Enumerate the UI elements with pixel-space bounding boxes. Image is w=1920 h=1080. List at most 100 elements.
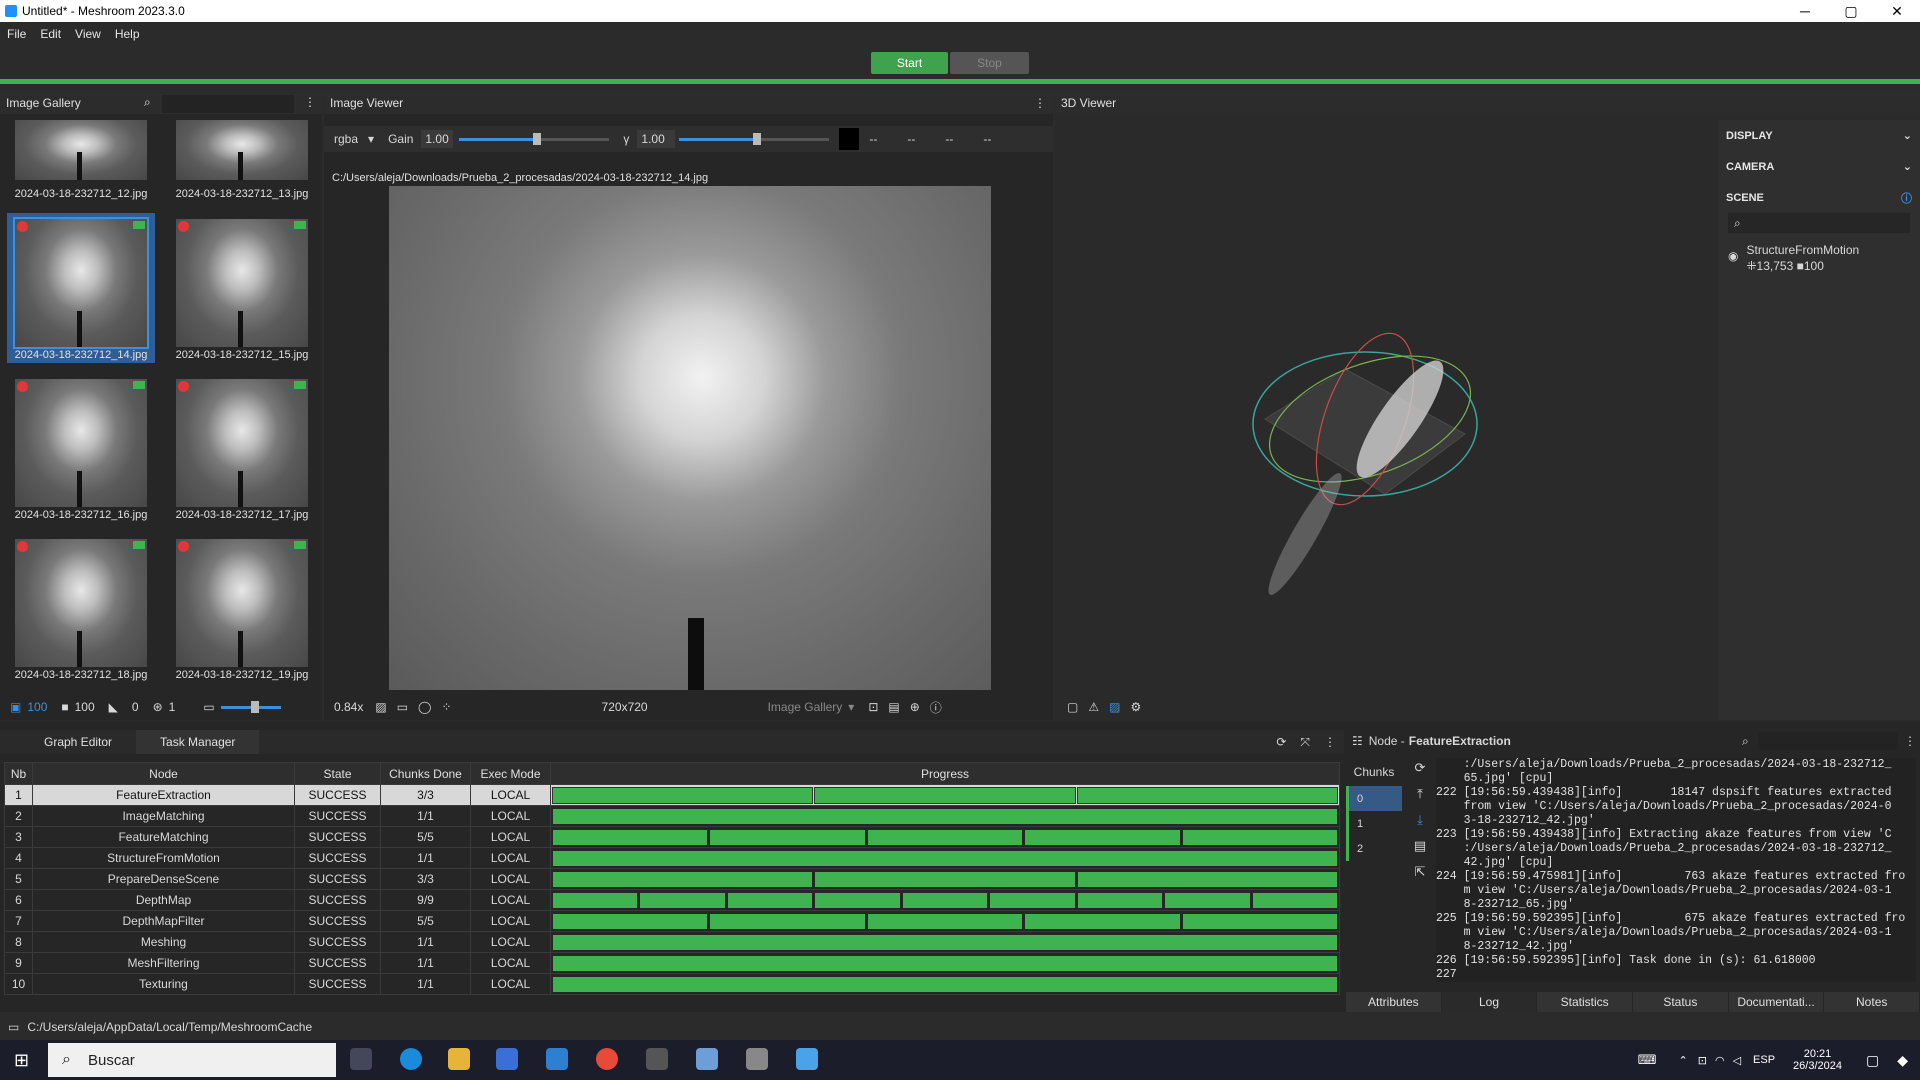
gallery-thumbnail[interactable]: 2024-03-18-232712_15.jpg (168, 213, 316, 363)
folder-icon[interactable]: ▭ (8, 1020, 19, 1034)
more-options-icon[interactable]: ⋮ (304, 95, 316, 109)
table-row[interactable]: 6 DepthMap SUCCESS 9/9 LOCAL (4, 889, 1340, 911)
tab-task-manager[interactable]: Task Manager (136, 730, 260, 754)
chevron-down-icon[interactable]: ⌄ (1903, 129, 1912, 142)
main-image[interactable] (389, 186, 991, 690)
table-row[interactable]: 2 ImageMatching SUCCESS 1/1 LOCAL (4, 805, 1340, 827)
gallery-thumbnail[interactable]: 2024-03-18-232712_16.jpg (7, 373, 155, 523)
bbox-icon[interactable]: ▢ (1067, 700, 1078, 714)
clock[interactable]: 20:21 26/3/2024 (1793, 1048, 1842, 1072)
menu-view[interactable]: View (68, 27, 108, 41)
refresh-icon[interactable]: ⟳ (1276, 735, 1286, 749)
stop-button[interactable]: Stop (950, 52, 1029, 74)
log-output[interactable]: :/Users/aleja/Downloads/Prueba_2_procesa… (1436, 758, 1916, 982)
meshroom-taskbar-icon[interactable] (796, 1048, 818, 1070)
settings-icon[interactable]: ⚙ (1130, 700, 1141, 714)
menu-file[interactable]: File (0, 27, 33, 41)
tab-statistics[interactable]: Statistics (1537, 992, 1634, 1012)
camera-section[interactable]: CAMERA ⌄ (1718, 151, 1920, 182)
gallery-thumbnail[interactable]: 2024-03-18-232712_13.jpg (168, 120, 316, 202)
3d-scene-canvas[interactable] (1055, 114, 1718, 714)
volume-icon[interactable]: ◁ (1733, 1054, 1741, 1067)
chevron-down-icon[interactable]: ▾ (368, 132, 374, 146)
search-icon[interactable]: ⌕ (144, 95, 151, 110)
task-view-icon[interactable] (350, 1048, 372, 1070)
auto-layout-icon[interactable]: ⤧ (1300, 735, 1310, 750)
store-icon[interactable] (496, 1048, 518, 1070)
copilot-icon[interactable]: ◆ (1897, 1052, 1908, 1069)
tab-graph-editor[interactable]: Graph Editor (20, 730, 136, 754)
panorama-icon[interactable]: ◯ (418, 700, 431, 714)
tab-status[interactable]: Status (1633, 992, 1729, 1012)
no-intrinsic-icon[interactable]: ◣ (109, 700, 118, 714)
more-options-icon[interactable]: ⋮ (1904, 734, 1916, 748)
gain-value[interactable]: 1.00 (421, 130, 454, 148)
chevron-up-icon[interactable]: ⌃ (1679, 1054, 1688, 1067)
taskbar-search-input[interactable]: ⌕ Buscar (48, 1043, 336, 1077)
tab-log[interactable]: Log (1441, 992, 1538, 1012)
table-row[interactable]: 8 Meshing SUCCESS 1/1 LOCAL (4, 931, 1340, 953)
scene-section[interactable]: SCENE ⓘ (1718, 182, 1920, 213)
fit-icon[interactable]: ⊡ (868, 700, 878, 714)
grid-icon[interactable]: ▨ (1109, 700, 1120, 714)
image-source-select[interactable]: Image Gallery (768, 700, 843, 714)
images-icon[interactable]: ▣ (10, 700, 21, 714)
file-explorer-icon[interactable] (448, 1048, 470, 1070)
notepad-icon[interactable] (696, 1048, 718, 1070)
language-indicator[interactable]: ESP (1753, 1054, 1775, 1066)
tab-documentation[interactable]: Documentati... (1728, 992, 1825, 1012)
tab-attributes[interactable]: Attributes (1346, 992, 1442, 1012)
gallery-thumbnail[interactable]: 2024-03-18-232712_12.jpg (7, 120, 155, 202)
notifications-icon[interactable]: ▢ (1866, 1052, 1879, 1069)
warning-icon[interactable]: ⚠ (1088, 700, 1099, 714)
menu-help[interactable]: Help (108, 27, 147, 41)
chrome-icon[interactable] (596, 1048, 618, 1070)
display-section[interactable]: DISPLAY ⌄ (1718, 120, 1920, 151)
table-row[interactable]: 1 FeatureExtraction SUCCESS 3/3 LOCAL (4, 784, 1340, 806)
gamma-value[interactable]: 1.00 (637, 130, 676, 148)
table-row[interactable]: 5 PrepareDenseScene SUCCESS 3/3 LOCAL (4, 868, 1340, 890)
wifi-icon[interactable]: ◠ (1715, 1054, 1725, 1067)
scene-item[interactable]: ◉ StructureFromMotion ⁜13,753 ■100 (1728, 243, 1920, 273)
eye-icon[interactable]: ◉ (1728, 249, 1738, 273)
table-row[interactable]: 7 DepthMapFilter SUCCESS 5/5 LOCAL (4, 910, 1340, 932)
scroll-top-icon[interactable]: ⤒ (1417, 786, 1423, 802)
network-icon[interactable]: ⊡ (1698, 1054, 1707, 1067)
chevron-down-icon[interactable]: ▾ (848, 700, 854, 714)
gallery-thumbnail[interactable]: 2024-03-18-232712_14.jpg (7, 213, 155, 363)
chevron-down-icon[interactable]: ⌄ (1903, 160, 1912, 173)
keyboard-icon[interactable]: ⌨ (1638, 1052, 1657, 1068)
refresh-icon[interactable]: ⟳ (1415, 760, 1426, 776)
info-icon[interactable]: ⓘ (930, 699, 942, 716)
table-row[interactable]: 4 StructureFromMotion SUCCESS 1/1 LOCAL (4, 847, 1340, 869)
frame-icon[interactable]: ▭ (397, 700, 408, 714)
info-icon[interactable]: ⓘ (1901, 190, 1912, 206)
chunk-item[interactable]: 1 (1346, 811, 1402, 836)
node-search-input[interactable] (1758, 732, 1898, 750)
table-row[interactable]: 10 Texturing SUCCESS 1/1 LOCAL (4, 973, 1340, 995)
scroll-bottom-icon[interactable]: ⤓ (1417, 812, 1423, 828)
start-button[interactable]: Start (871, 52, 948, 74)
hatch-icon[interactable]: ▨ (375, 700, 386, 714)
copy-icon[interactable]: ▤ (1414, 838, 1426, 854)
close-button[interactable]: ✕ (1874, 0, 1920, 22)
minimize-button[interactable]: ─ (1782, 0, 1828, 22)
chunk-item[interactable]: 2 (1346, 836, 1402, 861)
gimp-icon[interactable] (746, 1048, 768, 1070)
open-external-icon[interactable]: ⇱ (1415, 864, 1426, 880)
chunk-item[interactable]: 0 (1346, 786, 1402, 811)
gain-slider[interactable] (459, 132, 610, 145)
rig-icon[interactable]: ⊛ (153, 700, 163, 714)
table-row[interactable]: 3 FeatureMatching SUCCESS 5/5 LOCAL (4, 826, 1340, 848)
mail-icon[interactable] (546, 1048, 568, 1070)
more-options-icon[interactable]: ⋮ (1034, 96, 1046, 110)
gallery-thumbnail[interactable]: 2024-03-18-232712_17.jpg (168, 373, 316, 523)
edge-icon[interactable] (400, 1048, 422, 1070)
app-icon[interactable] (646, 1048, 668, 1070)
more-options-icon[interactable]: ⋮ (1324, 735, 1336, 749)
gamma-slider[interactable] (679, 132, 830, 145)
windows-start-icon[interactable]: ⊞ (14, 1050, 29, 1071)
menu-edit[interactable]: Edit (33, 27, 68, 41)
features-icon[interactable]: ⁘ (441, 700, 451, 714)
gallery-search-input[interactable] (162, 95, 294, 113)
